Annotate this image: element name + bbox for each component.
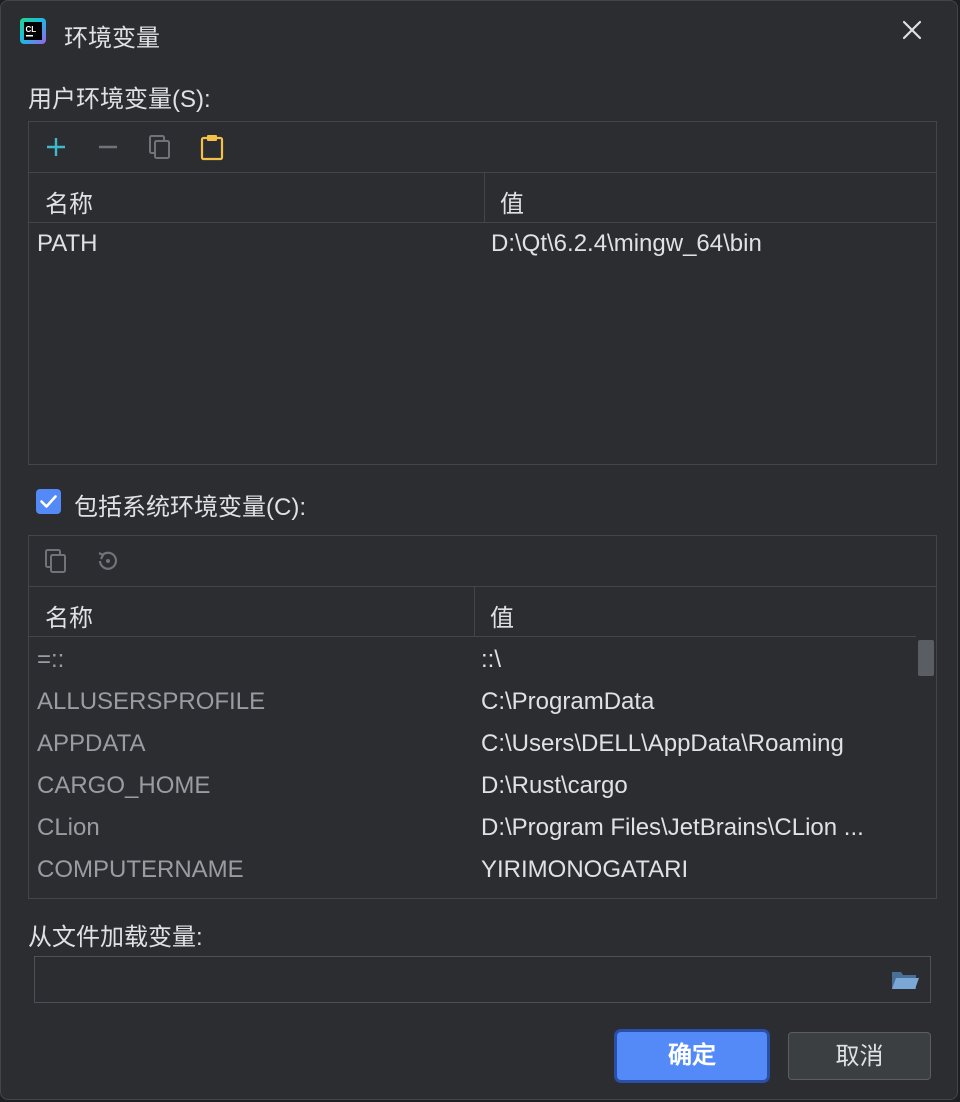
system-env-table-header: 名称 值: [29, 586, 936, 637]
variable-value: D:\Program Files\JetBrains\CLion ...: [481, 814, 864, 841]
variable-name: PATH: [37, 230, 98, 257]
scrollbar-thumb[interactable]: [918, 640, 934, 676]
variable-value: D:\Qt\6.2.4\mingw_64\bin: [491, 230, 762, 257]
table-row[interactable]: =:: ::\: [29, 638, 916, 680]
system-env-table-body: =:: ::\ ALLUSERSPROFILE C:\ProgramData A…: [29, 636, 936, 898]
environment-variables-dialog: CL 环境变量 用户环境变量(S): 名称 值 PATH D:\Qt\6.2.4…: [0, 0, 958, 1100]
column-header-value[interactable]: 值: [490, 598, 514, 633]
title-bar: CL 环境变量: [1, 1, 957, 61]
ok-button[interactable]: 确定: [617, 1032, 767, 1080]
column-header-name[interactable]: 名称: [45, 598, 93, 633]
table-row[interactable]: CLion D:\Program Files\JetBrains\CLion .…: [29, 806, 916, 848]
add-icon[interactable]: [41, 132, 71, 162]
load-from-file-label: 从文件加载变量:: [28, 924, 203, 951]
variable-name: ALLUSERSPROFILE: [37, 688, 266, 715]
cancel-button[interactable]: 取消: [788, 1032, 931, 1080]
table-row[interactable]: CARGO_HOME D:\Rust\cargo: [29, 764, 916, 806]
user-env-table-body: PATH D:\Qt\6.2.4\mingw_64\bin: [29, 222, 936, 464]
clion-app-icon: CL: [20, 18, 46, 44]
copy-icon[interactable]: [145, 132, 175, 162]
vertical-scrollbar[interactable]: [916, 636, 936, 898]
user-env-panel: 名称 值 PATH D:\Qt\6.2.4\mingw_64\bin: [28, 121, 937, 465]
copy-icon[interactable]: [41, 546, 71, 576]
column-header-value[interactable]: 值: [500, 184, 524, 219]
variable-value: ::\: [481, 646, 502, 673]
variable-name: CLion: [37, 814, 100, 841]
user-env-table-header: 名称 值: [29, 172, 936, 223]
column-divider[interactable]: [474, 586, 475, 636]
reset-icon[interactable]: [93, 546, 123, 576]
table-row[interactable]: APPDATA C:\Users\DELL\AppData\Roaming: [29, 722, 916, 764]
svg-text:CL: CL: [26, 25, 37, 34]
table-row[interactable]: COMPUTERNAME YIRIMONOGATARI: [29, 848, 916, 890]
variable-value: C:\Users\DELL\AppData\Roaming: [481, 730, 844, 757]
variable-name: CARGO_HOME: [37, 772, 211, 799]
user-env-toolbar: [29, 122, 936, 173]
close-icon[interactable]: [897, 15, 927, 45]
column-divider[interactable]: [484, 172, 485, 222]
system-env-toolbar: [29, 536, 936, 587]
dialog-title: 环境变量: [64, 25, 160, 52]
remove-icon[interactable]: [93, 132, 123, 162]
include-system-env-checkbox[interactable]: [36, 489, 61, 514]
system-env-panel: 名称 值 =:: ::\ ALLUSERSPROFILE C:\ProgramD…: [28, 535, 937, 899]
variable-value: D:\Rust\cargo: [481, 772, 628, 799]
paste-icon[interactable]: [197, 132, 227, 162]
table-row[interactable]: PATH D:\Qt\6.2.4\mingw_64\bin: [29, 222, 936, 264]
user-env-label: 用户环境变量(S):: [28, 86, 211, 113]
variable-name: APPDATA: [37, 730, 146, 757]
include-system-env-label[interactable]: 包括系统环境变量(C):: [74, 487, 306, 522]
folder-open-icon[interactable]: [890, 967, 920, 993]
variable-value: YIRIMONOGATARI: [481, 856, 689, 883]
variable-name: COMPUTERNAME: [37, 856, 244, 883]
variable-name: =::: [37, 646, 65, 673]
table-row[interactable]: ALLUSERSPROFILE C:\ProgramData: [29, 680, 916, 722]
column-header-name[interactable]: 名称: [45, 184, 93, 219]
env-file-path-input[interactable]: [34, 956, 931, 1003]
variable-value: C:\ProgramData: [481, 688, 655, 715]
